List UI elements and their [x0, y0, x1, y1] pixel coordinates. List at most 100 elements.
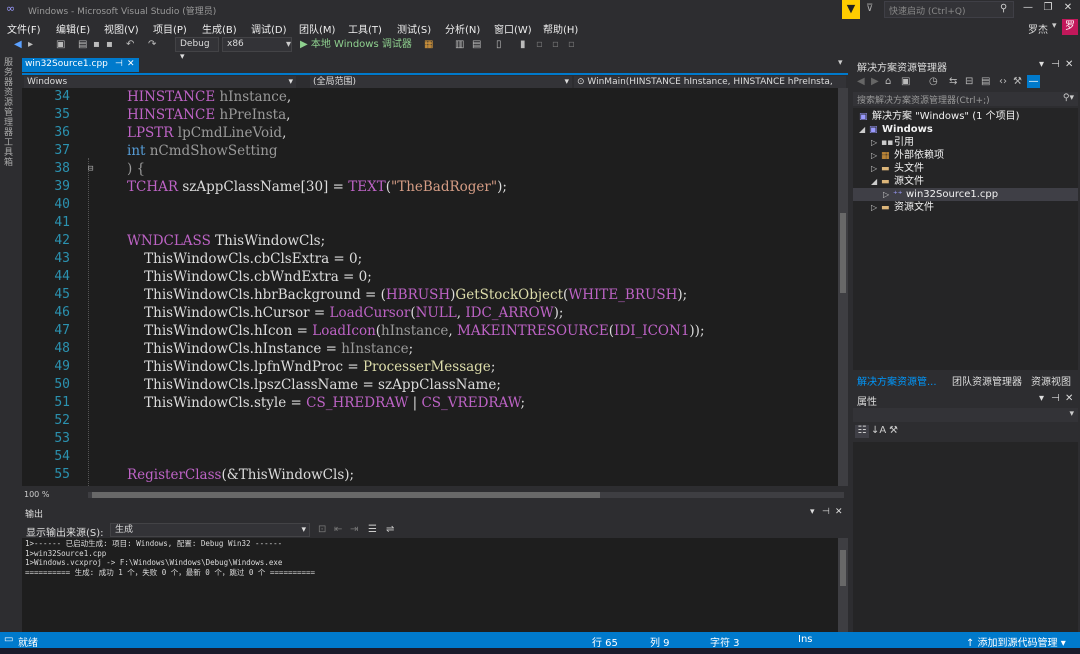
quick-launch-input[interactable]: 快速启动 (Ctrl+Q) [884, 1, 1014, 18]
prop-close-icon[interactable]: ✕ [1065, 393, 1073, 404]
se-menu-icon[interactable]: ▾ [1039, 59, 1044, 70]
menu-tools[interactable]: 工具(T) [348, 21, 382, 36]
menu-help[interactable]: 帮助(H) [543, 21, 578, 36]
expanded-arrow-icon[interactable]: ◢ [871, 175, 881, 188]
code-editor[interactable]: ⊟ 34 HINSTANCE hInstance, 35 HINSTANCE hPre… [22, 88, 838, 486]
tab-win32source1[interactable]: win32Source1.cpp ⊣ ✕ [22, 58, 139, 72]
collapsed-arrow-icon[interactable]: ▷ [871, 162, 881, 175]
tree-item-external-deps[interactable]: ▷ ▦ 外部依赖项 [871, 149, 1076, 162]
se-switch-views-icon[interactable]: ▣ [901, 76, 910, 87]
output-text-area[interactable]: 1>------ 已启动生成: 项目: Windows, 配置: Debug W… [22, 538, 838, 633]
se-forward-icon[interactable]: ▶ [871, 76, 879, 87]
menu-analyze[interactable]: 分析(N) [445, 21, 480, 36]
categorized-icon[interactable]: ☷ [855, 425, 869, 438]
properties-object-select[interactable]: ▾ [853, 408, 1078, 422]
se-show-all-files-icon[interactable]: ▤ [981, 76, 990, 87]
panel-menu-icon[interactable]: ▾ [810, 507, 815, 517]
property-pages-icon[interactable]: ⚒ [889, 425, 898, 436]
prop-menu-icon[interactable]: ▾ [1039, 393, 1044, 404]
feedback-flag-icon[interactable]: ▼ [842, 0, 860, 19]
se-pin-icon[interactable]: ⊣ [1051, 59, 1060, 70]
close-tab-icon[interactable]: ✕ [127, 59, 135, 69]
output-vertical-scrollbar[interactable] [838, 538, 848, 633]
menu-file[interactable]: 文件(F) [7, 21, 41, 36]
toolbar-icon-b[interactable]: ▤ [472, 37, 481, 52]
open-file-icon[interactable]: ▤ [78, 37, 87, 52]
save-icon[interactable]: ▪ [93, 37, 100, 52]
search-icon[interactable]: ⚲▾ [1063, 93, 1074, 103]
start-debugger-button[interactable]: ▶ 本地 Windows 调试器 [300, 37, 412, 52]
close-button[interactable]: ✕ [1058, 2, 1078, 16]
se-properties-icon[interactable]: ⚒ [1013, 76, 1022, 87]
toolbar-icon-f[interactable]: ▫ [568, 37, 575, 52]
se-collapse-all-icon[interactable]: ⊟ [965, 76, 973, 87]
tree-item-resource-files[interactable]: ▷ ▬ 资源文件 [871, 201, 1076, 214]
user-chevron-icon[interactable]: ▾ [1052, 21, 1057, 31]
notification-filter-icon[interactable]: ⊽ [866, 3, 873, 14]
back-icon[interactable]: ◀ [14, 37, 22, 52]
add-to-source-control-button[interactable]: ↑ 添加到源代码管理 ▾ [966, 634, 1066, 649]
menu-test[interactable]: 测试(S) [397, 21, 431, 36]
browser-link-icon[interactable]: ▦ [424, 37, 433, 52]
tree-item-source-files[interactable]: ◢ ▬ 源文件 [871, 175, 1076, 188]
scope-nav-select[interactable]: (全局范围) ▾ [310, 76, 572, 88]
forward-icon[interactable]: ▸ [28, 37, 33, 52]
collapsed-arrow-icon[interactable]: ▷ [871, 201, 881, 214]
se-close-icon[interactable]: ✕ [1065, 59, 1073, 70]
undo-icon[interactable]: ↶ [126, 37, 134, 52]
expanded-arrow-icon[interactable]: ◢ [859, 123, 869, 136]
tree-item-header-files[interactable]: ▷ ▬ 头文件 [871, 162, 1076, 175]
menu-view[interactable]: 视图(V) [104, 21, 139, 36]
tab-overflow-icon[interactable]: ▾ [838, 58, 843, 68]
pin-icon[interactable]: ⊣ [115, 59, 123, 69]
tree-item-win32source1[interactable]: ▷ ⁺⁺ win32Source1.cpp [853, 188, 1078, 201]
new-project-icon[interactable]: ▣ [56, 37, 65, 52]
prop-pin-icon[interactable]: ⊣ [1051, 393, 1060, 404]
se-preview-icon[interactable]: — [1027, 75, 1040, 88]
tree-item-project[interactable]: ◢ ▣ Windows [859, 123, 1076, 136]
function-nav-select[interactable]: ⊙ WinMain(HINSTANCE hInstance, HINSTANCE… [574, 76, 846, 88]
clear-all-icon[interactable]: ☰ [368, 524, 377, 535]
solution-search-input[interactable]: 搜索解决方案资源管理器(Ctrl+;) ⚲▾ [853, 92, 1078, 106]
bookmark-icon[interactable]: ▮ [520, 37, 526, 52]
maximize-button[interactable]: ❐ [1038, 2, 1058, 16]
se-back-icon[interactable]: ◀ [857, 76, 865, 87]
next-message-icon[interactable]: ⇥ [350, 524, 358, 535]
save-all-icon[interactable]: ▪ [106, 37, 113, 52]
redo-icon[interactable]: ↷ [148, 37, 156, 52]
platform-chevron-icon[interactable]: ▾ [286, 37, 291, 52]
menu-team[interactable]: 团队(M) [299, 21, 335, 36]
menu-project[interactable]: 项目(P) [153, 21, 187, 36]
solution-config-select[interactable]: Debug ▾ [175, 37, 219, 62]
se-view-code-icon[interactable]: ‹› [999, 76, 1007, 87]
tab-solution-explorer[interactable]: 解决方案资源管... [857, 373, 937, 388]
tab-team-explorer[interactable]: 团队资源管理器 [952, 373, 1022, 388]
tree-item-references[interactable]: ▷ ▪▪引用 [871, 136, 1076, 149]
collapse-region-icon[interactable]: ⊟ [88, 164, 93, 174]
user-name[interactable]: 罗杰 [1028, 21, 1048, 36]
se-home-icon[interactable]: ⌂ [885, 76, 891, 87]
editor-horizontal-scrollbar[interactable] [88, 492, 844, 498]
collapsed-arrow-icon[interactable]: ▷ [871, 149, 881, 162]
tree-item-solution[interactable]: ▣ 解决方案 "Windows" (1 个项目) [859, 110, 1076, 123]
toolbar-icon-a[interactable]: ▥ [455, 37, 464, 52]
output-window-icon[interactable]: ▭ [4, 634, 13, 645]
collapsed-arrow-icon[interactable]: ▷ [871, 136, 881, 149]
menu-window[interactable]: 窗口(W) [494, 21, 532, 36]
toolbar-icon-c[interactable]: ▯ [496, 37, 502, 52]
zoom-level[interactable]: 100 % [24, 490, 49, 499]
project-nav-select[interactable]: Windows ▾ [24, 76, 296, 88]
tab-resource-view[interactable]: 资源视图 [1031, 373, 1071, 388]
minimize-button[interactable]: — [1018, 2, 1038, 16]
word-wrap-icon[interactable]: ⇌ [386, 524, 394, 535]
menu-debug[interactable]: 调试(D) [251, 21, 287, 36]
menu-build[interactable]: 生成(B) [202, 21, 237, 36]
editor-vertical-scrollbar[interactable] [838, 88, 848, 486]
platform-select[interactable]: x86 [222, 37, 292, 52]
collapsed-arrow-icon[interactable]: ▷ [883, 188, 893, 201]
alphabetical-icon[interactable]: ↓A [871, 425, 886, 436]
find-message-icon[interactable]: ⊡ [318, 524, 326, 535]
panel-close-icon[interactable]: ✕ [835, 507, 843, 517]
menu-edit[interactable]: 编辑(E) [56, 21, 90, 36]
avatar[interactable]: 罗 [1062, 19, 1078, 35]
